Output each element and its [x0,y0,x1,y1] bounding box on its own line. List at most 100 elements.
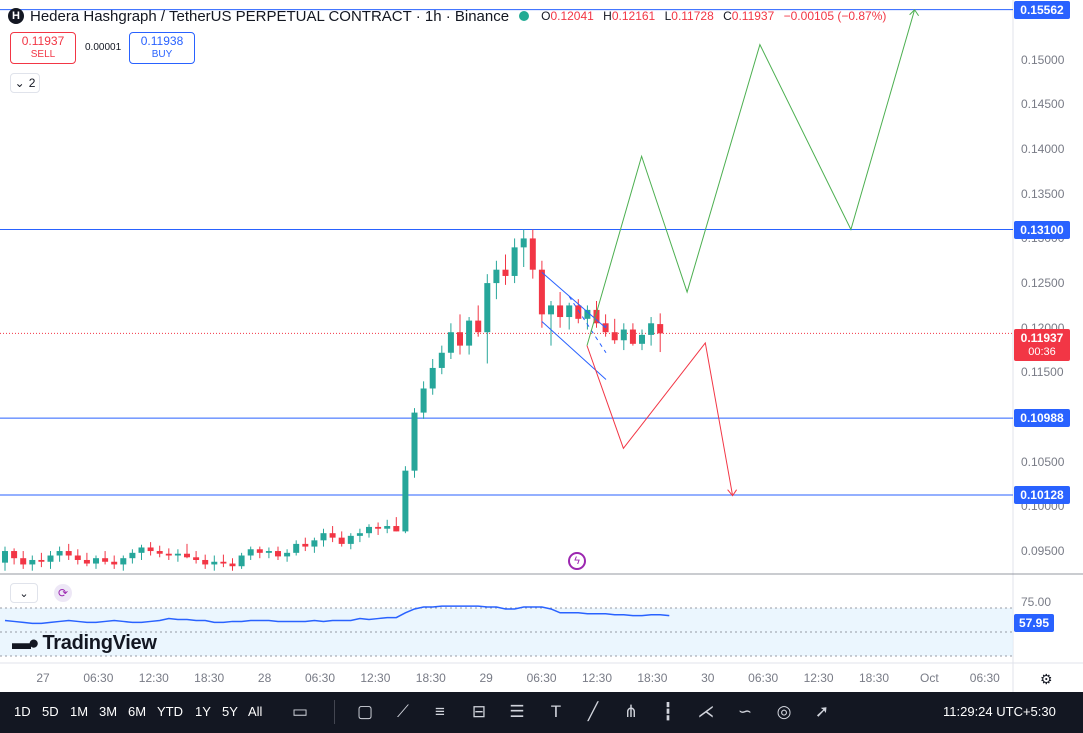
buy-label: BUY [151,49,173,60]
time-axis-label: 06:30 [526,671,557,685]
refresh-icon[interactable]: ⟳ [54,584,72,602]
fib-icon[interactable]: ≡ [427,700,453,724]
candle-body [411,412,418,471]
candle-body [429,367,436,389]
trendline-icon[interactable]: ╱ [580,700,606,724]
range-button-ytd[interactable]: YTD [157,704,183,719]
time-axis-label: 27 [36,671,50,685]
candle-body [256,549,263,553]
ohlc-high: 0.12161 [611,9,656,23]
candle-body [20,558,27,565]
rectangle-icon[interactable]: ▢ [352,700,378,724]
range-button-6m[interactable]: 6M [128,704,146,719]
candle-body [320,533,327,541]
candle-body [529,238,536,270]
ohlc-close: 0.11937 [731,9,775,23]
lines-icon[interactable]: ☰ [504,700,530,724]
pitchfork-icon[interactable]: ⋔ [618,700,644,724]
flash-icon[interactable]: ϟ [568,552,586,570]
clock[interactable]: 11:29:24 UTC+5:30 [943,704,1056,719]
time-axis-label: 12:30 [581,671,613,685]
candle-body [329,533,336,538]
range-button-1d[interactable]: 1D [14,704,31,719]
candle-body [93,558,99,564]
ohlc-change: −0.00105 (−0.87%) [783,9,887,23]
candle-body [548,305,554,315]
projection-down-path [586,341,734,496]
chart-canvas[interactable] [0,0,1083,692]
candle-body [657,324,664,334]
range-button-all[interactable]: All [248,704,262,719]
candle-body [520,238,527,248]
buy-price: 0.11938 [140,34,184,48]
price-axis-label: 0.10500 [1021,454,1065,469]
tradingview-logo[interactable]: ▬● TradingView [12,632,157,655]
price-axis-label: 0.11500 [1021,365,1064,380]
time-axis-label: 18:30 [858,671,890,685]
time-axis-label: 06:30 [83,671,114,685]
symbol-title[interactable]: Hedera Hashgraph / TetherUS PERPETUAL CO… [30,8,509,25]
sell-button[interactable]: 0.11937 SELL [10,32,76,64]
ohlc-low: 0.11728 [671,9,714,23]
candle-body [229,563,236,567]
candle-body [47,555,54,562]
candle-body [138,547,145,553]
time-axis-label: 18:30 [415,671,446,685]
candle-body [293,543,300,553]
level-price-tag: 0.10988 [1014,409,1070,428]
text-icon[interactable]: T [543,700,569,724]
candle-body [493,269,500,284]
range-button-5d[interactable]: 5D [42,704,59,719]
candle-body [147,547,154,552]
candle-body [111,561,118,565]
time-axis-label: 06:30 [748,671,779,685]
time-axis-label: 12:30 [138,671,169,685]
candle-body [38,559,45,562]
current-price-tag: 0.11937 00:36 [1014,329,1070,361]
indicators-toggle-button[interactable]: ⌄ 2 [10,73,40,93]
symbol-legend[interactable]: H Hedera Hashgraph / TetherUS PERPETUAL … [8,6,892,26]
candle-body [211,561,218,565]
candle-body [311,540,318,547]
range-button-1m[interactable]: 1M [70,704,88,719]
rsi-axis-label: 75.00 [1021,595,1052,609]
ohlc-open: 0.12041 [550,9,594,23]
candle-body [611,332,618,341]
settings-icon[interactable]: ⚙ [1040,671,1053,688]
xabcd-icon[interactable]: ⋌ [693,700,719,724]
candle-body [120,558,127,565]
range-button-1y[interactable]: 1Y [195,704,211,719]
candle-body [338,537,345,544]
candle-body [275,551,281,557]
candle-body [384,526,391,529]
tradingview-logo-text: TradingView [42,632,157,654]
calendar-range-icon[interactable]: ▭ [287,700,313,724]
range-button-5y[interactable]: 5Y [222,704,238,719]
rsi-collapse-button[interactable]: ⌄ [10,583,38,603]
candle-body [11,551,18,559]
candle-body [74,555,81,560]
path-icon[interactable]: ⟋ [390,700,416,724]
rsi-value-tag: 57.95 [1014,614,1054,632]
time-axis-label: 12:30 [360,671,391,685]
long-short-icon[interactable]: ⊟ [466,700,492,724]
candle-body [202,559,209,565]
price-axis-label: 0.13500 [1021,186,1065,201]
arrow-icon[interactable]: ➚ [809,700,835,724]
level-price-tag: 0.15562 [1014,0,1070,19]
candle-body [302,543,309,547]
price-axis-label: 0.12500 [1021,276,1065,291]
candle-body [65,551,72,556]
price-axis-label: 0.14500 [1021,97,1065,112]
buy-button[interactable]: 0.11938 BUY [129,32,195,64]
candle-body [265,551,272,553]
candle-body [156,551,163,554]
candle-body [447,332,454,353]
bars-pattern-icon[interactable]: ┇ [655,700,681,724]
time-axis-label: 12:30 [803,671,834,685]
curve-icon[interactable]: ∽ [732,700,758,724]
bar-countdown: 00:36 [1028,346,1056,358]
range-button-3m[interactable]: 3M [99,704,117,719]
sell-price: 0.11937 [21,34,65,48]
circle-icon[interactable]: ◎ [771,700,797,724]
